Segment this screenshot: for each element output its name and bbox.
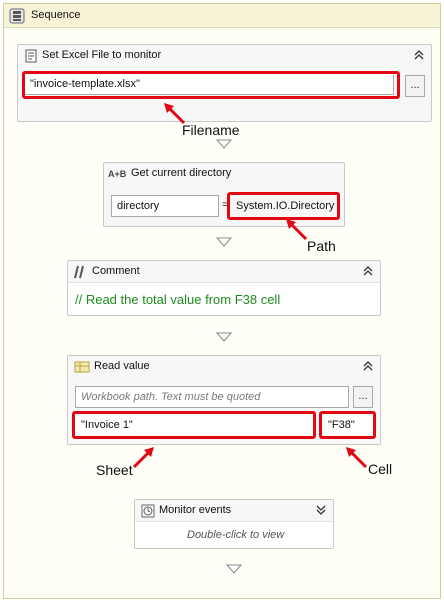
- monitor-events-activity[interactable]: Monitor events Double-click to view: [134, 499, 334, 549]
- cell-highlight: [319, 411, 376, 439]
- excel-read-icon: [74, 360, 90, 374]
- assign-icon: A+B: [108, 169, 127, 179]
- workbook-path-input[interactable]: Workbook path. Text must be quoted: [75, 386, 349, 408]
- cell-arrow: [346, 447, 368, 469]
- collapse-icon[interactable]: [362, 360, 374, 372]
- sheet-arrow: [132, 447, 154, 469]
- workbook-browse-button[interactable]: ...: [353, 386, 373, 408]
- sequence-header[interactable]: Sequence: [4, 4, 440, 28]
- flow-arrow-3: [216, 332, 232, 342]
- sheet-annotation: Sheet: [96, 462, 133, 478]
- directory-variable-input[interactable]: directory: [111, 195, 219, 217]
- flow-arrow-1: [216, 139, 232, 149]
- set-excel-header: Set Excel File to monitor: [18, 45, 431, 67]
- sequence-container[interactable]: Sequence Set Excel File to monitor "invo: [3, 3, 441, 599]
- cell-annotation: Cell: [368, 461, 393, 477]
- get-directory-header: A+B Get current directory: [104, 163, 344, 185]
- comment-text[interactable]: // Read the total value from F38 cell: [75, 292, 280, 307]
- get-directory-title: Get current directory: [131, 167, 232, 179]
- path-annotation: Path: [307, 238, 336, 254]
- filename-annotation: Filename: [182, 122, 240, 138]
- flow-arrow-2: [216, 237, 232, 247]
- set-excel-title: Set Excel File to monitor: [42, 49, 162, 61]
- sheet-highlight: [72, 411, 316, 439]
- collapse-icon[interactable]: [362, 265, 374, 277]
- sequence-title: Sequence: [31, 9, 81, 21]
- get-directory-activity[interactable]: A+B Get current directory directory = Sy…: [103, 162, 345, 227]
- set-excel-activity[interactable]: Set Excel File to monitor "invoice-templ…: [17, 44, 432, 122]
- filename-highlight: [22, 71, 400, 99]
- sequence-icon: [9, 8, 25, 24]
- clock-icon: [141, 504, 155, 518]
- read-value-header: Read value: [68, 356, 380, 378]
- path-arrow: [286, 219, 308, 241]
- document-icon: [24, 49, 38, 63]
- monitor-events-hint: Double-click to view: [187, 529, 285, 541]
- flow-arrow-4: [226, 564, 242, 574]
- collapse-icon[interactable]: [413, 49, 425, 61]
- expand-icon[interactable]: [315, 504, 327, 516]
- browse-button[interactable]: ...: [405, 75, 425, 97]
- read-value-activity[interactable]: Read value Workbook path. Text must be q…: [67, 355, 381, 445]
- comment-title: Comment: [92, 265, 140, 277]
- path-highlight: [227, 192, 340, 220]
- monitor-events-title: Monitor events: [159, 504, 232, 516]
- read-value-title: Read value: [94, 360, 150, 372]
- comment-activity[interactable]: Comment // Read the total value from F38…: [67, 260, 381, 316]
- comment-icon: [74, 265, 88, 279]
- monitor-events-header: Monitor events: [135, 500, 333, 522]
- comment-header: Comment: [68, 261, 380, 283]
